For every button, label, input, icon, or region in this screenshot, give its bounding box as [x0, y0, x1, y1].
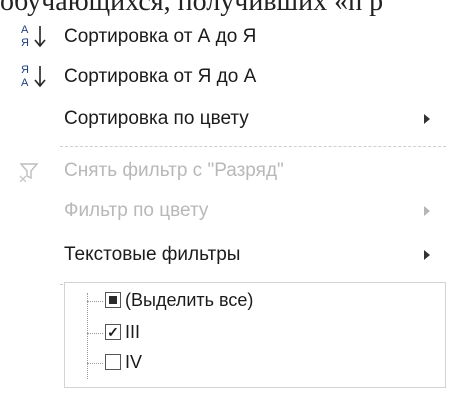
clear-filter-label: Снять фильтр с "Разряд": [64, 160, 284, 181]
svg-text:А: А: [21, 77, 29, 89]
sort-by-color-item[interactable]: Сортировка по цвету: [0, 100, 450, 138]
svg-text:Я: Я: [21, 37, 29, 49]
sort-by-color-label: Сортировка по цвету: [64, 108, 249, 129]
tree-connector: [87, 301, 103, 302]
list-item-label: IV: [125, 352, 143, 372]
background-document-text: обучающихся, получивших «n р: [0, 0, 384, 16]
text-filters-label: Текстовые фильтры: [64, 244, 241, 265]
sort-z-to-a-item[interactable]: Я А Сортировка от Я до А: [0, 58, 450, 96]
clear-filter-icon: [19, 163, 39, 182]
sort-descending-icon: Я А: [21, 64, 46, 89]
menu-separator: [60, 146, 446, 147]
tree-connector: [87, 363, 103, 364]
sort-a-to-z-label: Сортировка от А до Я: [64, 26, 257, 47]
tree-connector: [87, 333, 103, 334]
text-filters-item[interactable]: Текстовые фильтры: [0, 236, 450, 274]
list-item[interactable]: IV: [87, 349, 427, 377]
list-item-label: III: [125, 322, 141, 342]
submenu-arrow-icon: [424, 114, 430, 124]
svg-text:Я: Я: [21, 64, 29, 76]
filter-by-color-label: Фильтр по цвету: [64, 200, 209, 221]
value-checklist: (Выделить все) ✓ III IV: [64, 282, 446, 388]
clear-filter-item[interactable]: Снять фильтр с "Разряд": [0, 152, 450, 190]
sort-a-to-z-item[interactable]: А Я Сортировка от А до Я: [0, 18, 450, 56]
item-checkbox-checked[interactable]: ✓: [105, 324, 121, 340]
select-all-checkbox[interactable]: [105, 292, 121, 308]
svg-text:А: А: [21, 24, 29, 36]
submenu-arrow-icon: [424, 206, 430, 216]
submenu-arrow-icon: [424, 250, 430, 260]
list-item[interactable]: ✓ III: [87, 319, 427, 347]
sort-ascending-icon: А Я: [21, 24, 46, 49]
sort-z-to-a-label: Сортировка от Я до А: [64, 66, 257, 87]
filter-by-color-item[interactable]: Фильтр по цвету: [0, 192, 450, 230]
select-all-row[interactable]: (Выделить все): [87, 287, 427, 315]
item-checkbox-unchecked[interactable]: [105, 354, 121, 370]
select-all-label: (Выделить все): [125, 290, 254, 310]
